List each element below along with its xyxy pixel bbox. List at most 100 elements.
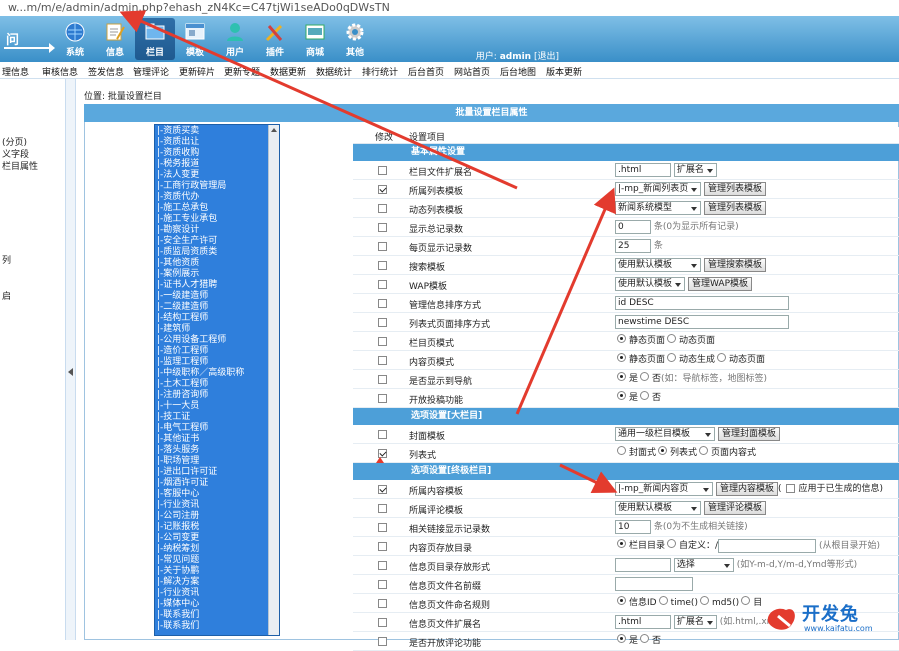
modify-checkbox[interactable] — [378, 523, 387, 532]
wap-template-select[interactable]: 使用默认模板 — [615, 277, 685, 291]
modify-checkbox[interactable] — [378, 261, 387, 270]
file-ext-input[interactable]: .html — [615, 615, 671, 629]
modify-checkbox[interactable] — [378, 394, 387, 403]
tree-item[interactable]: |-土木工程师 — [157, 379, 208, 389]
tree-item[interactable]: |-资质出让 — [157, 137, 199, 147]
search-template-select[interactable]: 使用默认模板 — [615, 258, 701, 272]
modify-checkbox[interactable] — [378, 375, 387, 384]
radio-no[interactable] — [640, 391, 650, 400]
collapse-arrow-icon[interactable] — [68, 368, 73, 376]
radio-yes[interactable] — [617, 634, 626, 643]
tree-item[interactable]: |-记账报税 — [157, 522, 199, 532]
tree-item[interactable]: |-媒体中心 — [157, 599, 199, 609]
radio-no[interactable] — [640, 372, 650, 381]
dir-format-select[interactable]: 选择 — [673, 558, 734, 572]
nav-template[interactable]: 模板 — [175, 18, 215, 60]
menu-item[interactable]: 数据统计 — [316, 65, 352, 78]
radio-column-dir[interactable] — [617, 539, 626, 548]
cover-template-select[interactable]: 通用一级栏目模板 — [615, 427, 715, 441]
radio-no[interactable] — [640, 634, 650, 643]
radio-dynamic[interactable] — [667, 334, 677, 343]
modify-checkbox[interactable] — [378, 599, 387, 608]
tree-item[interactable]: |-联系我们 — [157, 621, 199, 631]
radio-static[interactable] — [617, 353, 626, 362]
radio-page-content[interactable] — [699, 446, 709, 455]
manage-comment-template-button[interactable]: 管理评论模板 — [704, 501, 767, 515]
menu-item[interactable]: 管理评论 — [133, 65, 169, 78]
tree-item[interactable]: |-联系我们 — [157, 610, 199, 620]
dir-format-input[interactable] — [615, 558, 671, 572]
breadcrumb-link[interactable]: 批量设置栏目 — [108, 92, 162, 102]
tree-item[interactable]: |-纳税筹划 — [157, 544, 199, 554]
radio-yes[interactable] — [617, 391, 626, 400]
tree-item[interactable]: |-施工专业承包 — [157, 214, 217, 224]
manage-content-template-button[interactable]: 管理内容模板 — [716, 482, 779, 496]
tree-scrollbar[interactable] — [268, 125, 279, 635]
tree-item[interactable]: |-一级建造师 — [157, 291, 208, 301]
nav-shop[interactable]: 商城 — [295, 18, 335, 60]
tree-item[interactable]: |-十一大员 — [157, 401, 199, 411]
menu-item[interactable]: 理信息 — [2, 65, 29, 78]
tree-item[interactable]: |-公司注册 — [157, 511, 199, 521]
tree-item[interactable]: |-安全生产许可 — [157, 236, 217, 246]
tree-item[interactable]: |-施工总承包 — [157, 203, 208, 213]
sidebar-item[interactable]: 列 — [2, 253, 11, 266]
radio-list[interactable] — [658, 446, 668, 455]
nav-column[interactable]: 栏目 — [135, 18, 175, 60]
column-tree-listbox[interactable]: |-资质买卖 |-资质出让 |-资质收购 |-税务报道 |-法人变更 |-工商行政管理局 |… — [154, 124, 280, 636]
menu-item[interactable]: 更新碎片 — [179, 65, 215, 78]
tree-item[interactable]: |-技工证 — [157, 412, 190, 422]
custom-dir-input[interactable] — [718, 539, 817, 553]
content-template-select[interactable]: |-mp_新闻内容页 — [615, 482, 713, 496]
radio-static[interactable] — [617, 334, 626, 343]
tree-item[interactable]: |-公用设备工程师 — [157, 335, 226, 345]
nav-other[interactable]: 其他 — [335, 18, 375, 60]
menu-item[interactable]: 更新专题 — [224, 65, 260, 78]
tree-item[interactable]: |-案例展示 — [157, 269, 199, 279]
modify-checkbox[interactable] — [378, 542, 387, 551]
apply-generated-checkbox[interactable] — [785, 484, 795, 493]
tree-item[interactable]: |-法人变更 — [157, 170, 199, 180]
scroll-up-icon[interactable] — [271, 128, 277, 132]
radio-md5[interactable] — [699, 596, 709, 605]
modify-checkbox[interactable] — [378, 430, 387, 439]
tree-item[interactable]: |-监理工程师 — [157, 357, 208, 367]
sidebar-item[interactable]: 栏目属性 — [2, 159, 38, 172]
radio-info-id[interactable] — [617, 596, 626, 605]
manage-wap-template-button[interactable]: 管理WAP模板 — [688, 277, 752, 291]
sidebar-splitter[interactable] — [66, 79, 76, 640]
file-ext-select[interactable]: 扩展名 — [673, 615, 717, 629]
modify-checkbox[interactable] — [378, 485, 387, 494]
tree-item[interactable]: |-其他资质 — [157, 258, 199, 268]
tree-item[interactable]: |-电气工程师 — [157, 423, 208, 433]
nav-user[interactable]: 用户 — [215, 18, 255, 60]
related-links-input[interactable]: 10 — [615, 520, 651, 534]
modify-checkbox[interactable] — [378, 280, 387, 289]
modify-checkbox[interactable] — [378, 204, 387, 213]
tree-item[interactable]: |-资质买卖 — [157, 126, 199, 136]
tree-item[interactable]: |-烟酒许可证 — [157, 478, 208, 488]
nav-info[interactable]: 信息 — [95, 18, 135, 60]
modify-checkbox[interactable] — [378, 561, 387, 570]
tree-item[interactable]: |-勘察设计 — [157, 225, 199, 235]
per-page-input[interactable]: 25 — [615, 239, 651, 253]
tree-item[interactable]: |-客服中心 — [157, 489, 199, 499]
menu-item[interactable]: 签发信息 — [88, 65, 124, 78]
menu-item[interactable]: 后台地图 — [500, 65, 536, 78]
modify-checkbox[interactable] — [378, 185, 387, 194]
radio-dynamic[interactable] — [717, 353, 727, 362]
modify-checkbox[interactable] — [378, 337, 387, 346]
modify-checkbox[interactable] — [378, 504, 387, 513]
radio-custom-dir[interactable] — [667, 539, 677, 548]
tree-item[interactable]: |-落头服务 — [157, 445, 199, 455]
modify-checkbox[interactable] — [378, 580, 387, 589]
tree-item[interactable]: |-职场管理 — [157, 456, 199, 466]
nav-plugin[interactable]: 插件 — [255, 18, 295, 60]
menu-item[interactable]: 后台首页 — [408, 65, 444, 78]
modify-checkbox[interactable] — [378, 223, 387, 232]
tree-item[interactable]: |-常见问题 — [157, 555, 199, 565]
menu-item[interactable]: 网站首页 — [454, 65, 490, 78]
menu-item[interactable]: 审核信息 — [42, 65, 78, 78]
ext-select[interactable]: 扩展名 — [673, 163, 717, 177]
ext-input[interactable]: .html — [615, 163, 671, 177]
